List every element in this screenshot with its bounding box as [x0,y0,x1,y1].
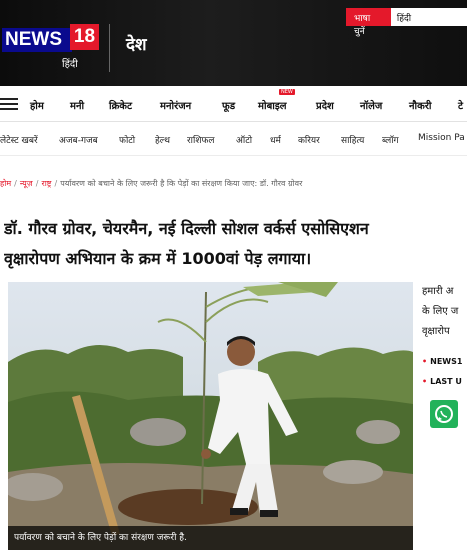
rail-text-1: हमारी अ [422,286,454,297]
rail-link-1[interactable]: • NEWS1 [422,352,467,372]
rail-link-2-text: LAST U [430,377,462,386]
subnav-item-literature[interactable]: साहित्य [341,133,364,146]
nav-item-jobs[interactable]: नौकरी [409,98,432,112]
subnav-item-photo[interactable]: फोटो [119,133,135,146]
rail-link-2[interactable]: • LAST U [422,372,467,392]
menu-icon[interactable] [0,98,18,110]
right-rail: हमारी अ के लिए ज वृक्षारोप • NEWS1 • LAST … [422,282,467,550]
breadcrumb-home[interactable]: होम [0,179,11,188]
breadcrumb-current: पर्यावरण को बचाने के लिए जरूरी है कि पेड… [60,179,303,188]
nav-item-home[interactable]: होम [30,98,44,112]
subnav-item-health[interactable]: हेल्थ [155,133,170,146]
nav-item-entertainment[interactable]: मनोरंजन [160,98,191,112]
article-image: पर्यावरण को बचाने के लिए पेड़ों का संरक्… [8,282,413,550]
language-label: भाषा चुनें [346,8,391,37]
breadcrumb-separator: / [54,179,58,188]
subnav-item-latest[interactable]: लेटेस्ट खबरें [0,133,38,146]
main-nav: होम मनी क्रिकेट मनोरंजन फूड NEW मोबाइल प… [0,86,467,122]
subnav-item-career[interactable]: करियर [298,133,320,146]
rail-text-2: के लिए ज [422,306,459,317]
breadcrumb: होम / न्यूज़ / राष्ट्र / पर्यावरण को बचाने के … [0,178,467,194]
rail-text-3: वृक्षारोप [422,326,450,337]
nav-item-tech[interactable]: टे [458,98,463,112]
section-title: देश [126,35,147,55]
bullet-icon: • [422,357,428,366]
subnav-item-religion[interactable]: धर्म [270,133,281,146]
logo-number: 18 [70,24,99,50]
nav-item-money[interactable]: मनी [70,98,84,112]
bullet-icon: • [422,377,428,386]
rail-list: • NEWS1 • LAST U [422,352,467,392]
header-divider [109,24,110,72]
breadcrumb-separator: / [14,179,17,188]
headline-line-1: डॉ. गौरव ग्रोवर, चेयरमैन, नई दिल्ली सोशल… [4,219,369,238]
subnav-item-blog[interactable]: ब्लॉग [382,133,399,146]
nav-item-mobile[interactable]: मोबाइल [258,98,287,112]
nav-item-food[interactable]: फूड [222,98,235,112]
site-header: भाषा चुनें हिंदी NEWS 18 हिंदी देश [0,0,467,86]
sub-nav: लेटेस्ट खबरें अजब-गजब फोटो हेल्थ राशिफल … [0,122,467,156]
logo-hindi: हिंदी [62,59,78,70]
subnav-item-auto[interactable]: ऑटो [236,133,252,146]
whatsapp-icon [435,405,453,423]
subnav-item-mission[interactable]: Mission Pa [418,133,465,143]
new-badge: NEW [279,89,295,95]
subnav-item-horoscope[interactable]: राशिफल [187,133,215,146]
image-caption: पर्यावरण को बचाने के लिए पेड़ों का संरक्… [8,526,413,550]
news18-logo[interactable]: NEWS 18 हिंदी [2,22,99,72]
subnav-item-ajab-gajab[interactable]: अजब-गजब [59,133,98,146]
breadcrumb-news[interactable]: न्यूज़ [20,179,33,188]
article-photo [8,282,413,550]
language-chooser[interactable]: भाषा चुनें हिंदी [346,8,467,37]
whatsapp-share-button[interactable] [430,400,458,428]
nav-item-cricket[interactable]: क्रिकेट [109,98,132,112]
logo-text: NEWS [2,28,72,52]
breadcrumb-nation[interactable]: राष्ट्र [41,179,51,188]
rail-link-1-text: NEWS1 [430,357,463,366]
nav-item-knowledge[interactable]: नॉलेज [360,98,382,112]
language-select[interactable]: हिंदी [390,8,467,26]
article-headline: डॉ. गौरव ग्रोवर, चेयरमैन, नई दिल्ली सोशल… [4,214,467,274]
breadcrumb-separator: / [35,179,39,188]
headline-line-2: वृक्षारोपण अभियान के क्रम में 1000वां पे… [4,249,312,268]
nav-item-states[interactable]: प्रदेश [316,98,334,112]
